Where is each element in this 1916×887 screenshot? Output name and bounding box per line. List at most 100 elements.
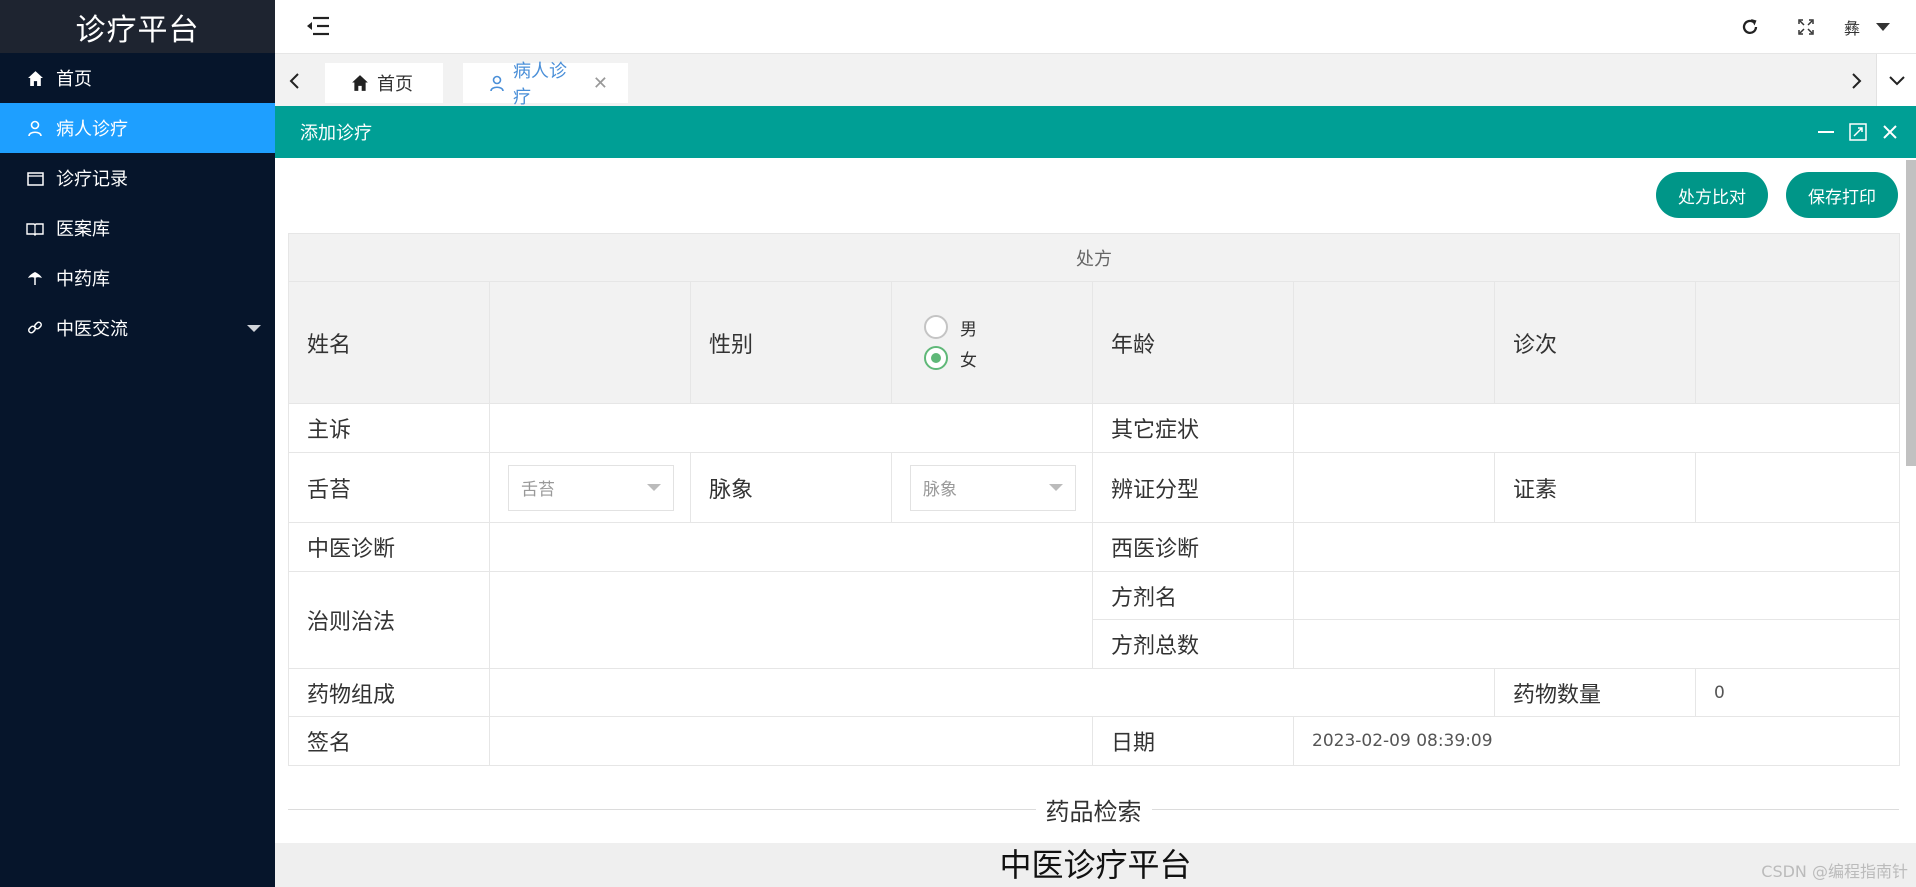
sidebar-item-label: 病人诊疗 <box>56 119 128 140</box>
sidebar-item-home[interactable]: 首页 <box>0 53 275 103</box>
name-field[interactable] <box>489 281 691 404</box>
avatar: 彝 <box>1843 18 1860 38</box>
scrollbar[interactable] <box>1906 160 1916 466</box>
panel-controls <box>1810 106 1906 158</box>
user-icon <box>26 119 44 137</box>
tab-scroll-right-icon[interactable] <box>1836 54 1876 107</box>
sidebar-item-label: 中医交流 <box>56 319 128 340</box>
sidebar-item-treatment-records[interactable]: 诊疗记录 <box>0 153 275 203</box>
watermark: CSDN @编程指南针 <box>1761 862 1908 881</box>
composition-label: 药物组成 <box>288 668 490 717</box>
pulse-label: 脉象 <box>690 452 892 523</box>
signature-field[interactable] <box>489 716 1093 766</box>
sidebar-item-case-library[interactable]: 医案库 <box>0 203 275 253</box>
tab-label: 首页 <box>377 74 413 95</box>
age-field[interactable] <box>1293 281 1495 404</box>
pulse-select[interactable]: 脉象 <box>910 464 1076 511</box>
chevron-down-icon <box>647 484 661 491</box>
form-actions: 处方比对 保存打印 <box>1638 172 1898 218</box>
user-icon <box>489 75 505 92</box>
tab-menu-chevron-down-icon[interactable] <box>1876 54 1916 107</box>
syndrome-element-field[interactable] <box>1695 452 1900 523</box>
gender-option-female[interactable]: 女 <box>924 346 1074 371</box>
panel-title: 添加诊疗 <box>300 123 372 144</box>
herb-icon <box>26 269 44 287</box>
radio-button[interactable] <box>924 315 948 339</box>
gender-label: 性别 <box>690 281 892 404</box>
drug-count-value: 0 <box>1695 668 1900 717</box>
radio-label: 女 <box>960 350 977 371</box>
gender-radio-group: 男 女 <box>891 281 1093 404</box>
sidebar-item-label: 诊疗记录 <box>56 169 128 190</box>
close-icon[interactable] <box>1874 116 1906 148</box>
sidebar-item-label: 中药库 <box>56 269 110 290</box>
treatment-principle-field[interactable] <box>489 571 1093 669</box>
other-symptoms-field[interactable] <box>1293 403 1900 453</box>
chevron-down-icon <box>1049 484 1063 491</box>
refresh-icon[interactable] <box>1722 0 1778 53</box>
date-value: 2023-02-09 08:39:09 <box>1293 716 1900 766</box>
date-label: 日期 <box>1092 716 1294 766</box>
fullscreen-icon[interactable] <box>1778 0 1834 53</box>
folder-icon <box>26 169 44 187</box>
chevron-down-icon <box>247 325 261 332</box>
syndrome-type-label: 辨证分型 <box>1092 452 1294 523</box>
age-label: 年龄 <box>1092 281 1294 404</box>
tongue-coating-cell: 舌苔 <box>489 452 691 523</box>
select-placeholder: 舌苔 <box>521 480 555 500</box>
formula-total-label: 方剂总数 <box>1092 619 1294 669</box>
syndrome-element-label: 证素 <box>1494 452 1696 523</box>
panel-header: 添加诊疗 <box>275 106 1916 158</box>
drug-search-title: 药品检索 <box>1045 797 1142 826</box>
save-print-button[interactable]: 保存打印 <box>1786 172 1898 218</box>
radio-label: 男 <box>960 319 977 340</box>
tcm-diagnosis-label: 中医诊断 <box>288 522 490 572</box>
chief-complaint-label: 主诉 <box>288 403 490 453</box>
book-icon <box>26 219 44 237</box>
tab-patient-treatment[interactable]: 病人诊疗 ✕ <box>463 61 628 108</box>
formula-name-label: 方剂名 <box>1092 571 1294 620</box>
name-label: 姓名 <box>288 281 490 404</box>
radio-button-checked[interactable] <box>924 346 948 370</box>
form-caption: 处方 <box>288 233 1900 282</box>
maximize-icon[interactable] <box>1842 116 1874 148</box>
tab-bar: 首页 病人诊疗 ✕ <box>275 53 1916 108</box>
formula-total-field[interactable] <box>1293 619 1900 669</box>
drug-search-divider: 药品检索 <box>288 789 1899 829</box>
formula-name-field[interactable] <box>1293 571 1900 620</box>
user-menu[interactable]: 彝 <box>1834 0 1916 53</box>
app-logo-title: 诊疗平台 <box>0 0 275 53</box>
gender-option-male[interactable]: 男 <box>924 315 1074 340</box>
treatment-principle-label: 治则治法 <box>288 571 490 669</box>
syndrome-type-field[interactable] <box>1293 452 1495 523</box>
select-placeholder: 脉象 <box>923 480 957 500</box>
tab-label: 病人诊疗 <box>513 61 567 108</box>
tcm-diagnosis-field[interactable] <box>489 522 1093 572</box>
minimize-icon[interactable] <box>1810 116 1842 148</box>
footer: 中医诊疗平台 <box>275 843 1916 887</box>
signature-label: 签名 <box>288 716 490 766</box>
divider-line <box>1151 808 1899 810</box>
tab-scroll-left-icon[interactable] <box>275 54 315 107</box>
other-symptoms-label: 其它症状 <box>1092 403 1294 453</box>
drug-count-label: 药物数量 <box>1494 668 1696 717</box>
tongue-coating-label: 舌苔 <box>288 452 490 523</box>
prescription-form: 处方 姓名 性别 男 女 年龄 诊次 主诉 其它症状 舌苔 舌苔 脉象 脉象 辨… <box>288 233 1900 766</box>
visit-number-field[interactable] <box>1695 281 1900 404</box>
tongue-coating-select[interactable]: 舌苔 <box>508 464 674 511</box>
wm-diagnosis-field[interactable] <box>1293 522 1900 572</box>
menu-toggle-icon[interactable] <box>305 13 331 39</box>
prescription-compare-button[interactable]: 处方比对 <box>1656 172 1768 218</box>
home-icon <box>351 74 369 92</box>
sidebar: 诊疗平台 首页 病人诊疗 诊疗记录 医案库 中药库 中医交流 <box>0 0 275 887</box>
sidebar-item-tcm-exchange[interactable]: 中医交流 <box>0 303 275 353</box>
tab-home[interactable]: 首页 <box>325 63 443 103</box>
composition-field[interactable] <box>489 668 1495 717</box>
sidebar-item-patient-treatment[interactable]: 病人诊疗 <box>0 103 275 153</box>
chevron-down-icon <box>1876 22 1890 31</box>
visit-number-label: 诊次 <box>1494 281 1696 404</box>
sidebar-item-herb-library[interactable]: 中药库 <box>0 253 275 303</box>
close-icon[interactable]: ✕ <box>593 73 608 94</box>
sidebar-item-label: 医案库 <box>56 219 110 240</box>
chief-complaint-field[interactable] <box>489 403 1093 453</box>
